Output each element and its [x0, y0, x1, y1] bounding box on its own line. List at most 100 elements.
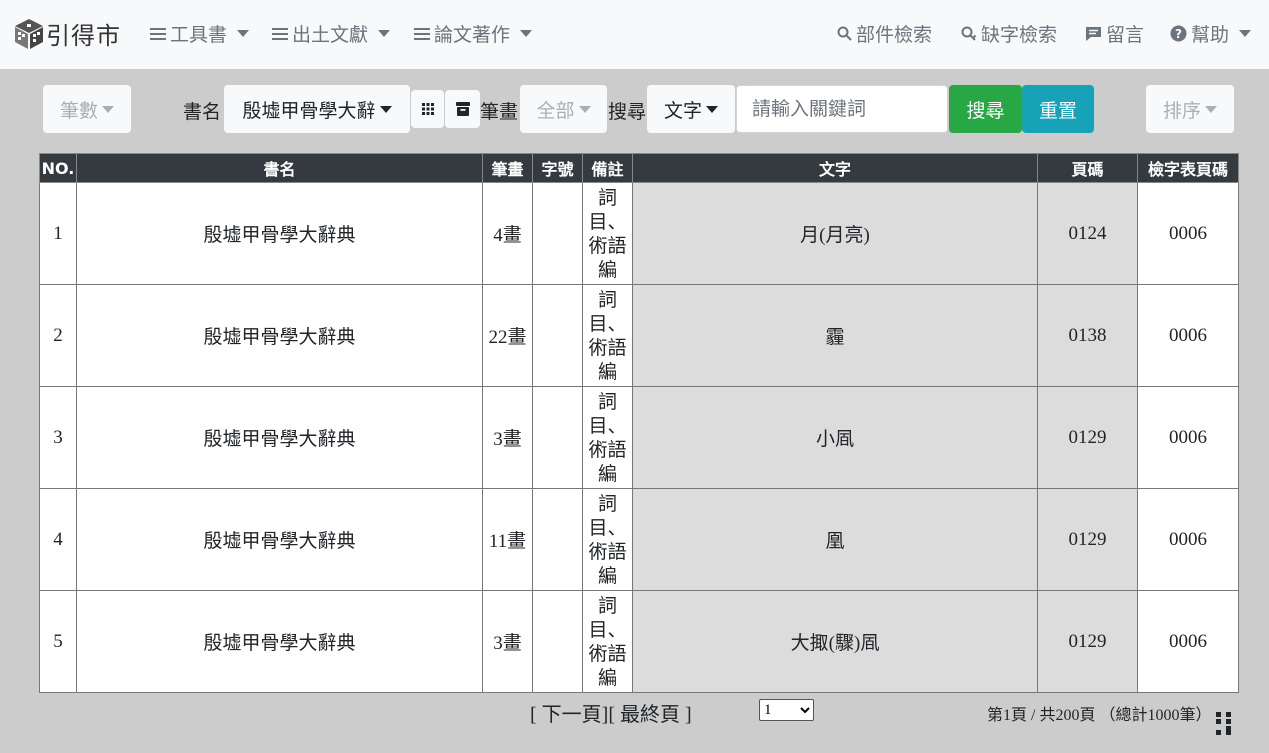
note-line: 術語 [588, 438, 627, 461]
search-type-dropdown[interactable]: 文字 [647, 85, 735, 133]
table-row[interactable]: 4 殷墟甲骨學大辭典 11畫 詞目、 術語編 凰 0129 0006 [39, 488, 1239, 591]
search-label: 搜尋 [608, 101, 647, 123]
cell-text[interactable]: 大掫(驟)凮 [632, 590, 1038, 693]
navbar: 引得市 工具書 出土文獻 論文著作 部件檢索 缺字檢索 留言 ? 幫助 [0, 0, 1269, 69]
svg-text:?: ? [1175, 27, 1182, 41]
cell-book: 殷墟甲骨學大辭典 [76, 590, 483, 693]
nav-message-board[interactable]: 留言 [1085, 20, 1144, 47]
cell-text[interactable]: 小凮 [632, 386, 1038, 489]
col-header-char-no[interactable]: 字號 [532, 153, 583, 183]
stroke-count-dropdown[interactable]: 筆數 [43, 85, 131, 133]
col-header-book[interactable]: 書名 [76, 153, 483, 183]
nav-help[interactable]: ? 幫助 [1170, 20, 1252, 47]
results-table: NO. 書名 筆畫 字號 備註 文字 頁碼 檢字表頁碼 1 殷墟甲骨學大辭典 4… [39, 153, 1239, 693]
chevron-down-icon [1205, 105, 1217, 113]
nav-component-search[interactable]: 部件檢索 [837, 20, 932, 47]
note-line: 編 [597, 360, 617, 383]
cell-no: 4 [39, 488, 77, 591]
table-row[interactable]: 1 殷墟甲骨學大辭典 4畫 詞目、 術語編 月(月亮) 0124 0006 [39, 182, 1239, 285]
nav-missing-char-search[interactable]: 缺字檢索 [961, 20, 1057, 47]
table-header-row: NO. 書名 筆畫 字號 備註 文字 頁碼 檢字表頁碼 [39, 153, 1239, 183]
cell-no: 2 [39, 284, 77, 387]
table-row[interactable]: 5 殷墟甲骨學大辭典 3畫 詞目、 術語編 大掫(驟)凮 0129 0006 [39, 590, 1239, 693]
cell-text[interactable]: 凰 [632, 488, 1038, 591]
search-input[interactable] [736, 85, 948, 133]
chevron-down-icon [520, 30, 533, 37]
cell-book: 殷墟甲骨學大辭典 [76, 182, 483, 285]
menu-label: 論文著作 [434, 24, 511, 46]
reset-button[interactable]: 重置 [1022, 85, 1094, 133]
note-line: 編 [597, 564, 617, 587]
menu-papers[interactable]: 論文著作 [414, 20, 533, 47]
menu-excavated-documents[interactable]: 出土文獻 [272, 20, 391, 47]
col-header-text[interactable]: 文字 [632, 153, 1038, 183]
book-select-dropdown[interactable]: 殷墟甲骨學大辭 [224, 85, 410, 133]
archive-button[interactable] [445, 90, 480, 128]
brand[interactable]: 引得市 [14, 16, 121, 51]
cell-index-page[interactable]: 0006 [1137, 590, 1239, 693]
cell-page[interactable]: 0129 [1037, 488, 1138, 591]
cell-no: 5 [39, 590, 77, 693]
chevron-down-icon [379, 105, 392, 113]
search-button[interactable]: 搜尋 [949, 85, 1022, 133]
chevron-down-icon [1239, 30, 1252, 37]
drag-handle-icon[interactable] [1214, 710, 1234, 736]
col-header-no[interactable]: NO. [39, 153, 77, 183]
cell-index-page[interactable]: 0006 [1137, 182, 1239, 285]
logo-cube-icon [15, 18, 43, 49]
note-line: 詞 [597, 492, 617, 515]
help-icon: ? [1170, 25, 1187, 42]
cell-char-no [532, 182, 583, 285]
cell-book: 殷墟甲骨學大辭典 [76, 284, 483, 387]
cell-page[interactable]: 0129 [1037, 590, 1138, 693]
cell-strokes: 4畫 [482, 182, 533, 285]
book-label: 書名 [183, 101, 222, 123]
cell-index-page[interactable]: 0006 [1137, 488, 1239, 591]
cell-strokes: 22畫 [482, 284, 533, 387]
cell-page[interactable]: 0129 [1037, 386, 1138, 489]
cell-index-page[interactable]: 0006 [1137, 386, 1239, 489]
menu-icon [272, 25, 288, 43]
col-header-index-page[interactable]: 檢字表頁碼 [1137, 153, 1239, 183]
note-line: 編 [597, 462, 617, 485]
cell-note: 詞目、 術語編 [582, 488, 633, 591]
menu-reference-books[interactable]: 工具書 [150, 20, 250, 47]
table-row[interactable]: 2 殷墟甲骨學大辭典 22畫 詞目、 術語編 霾 0138 0006 [39, 284, 1239, 387]
col-header-page[interactable]: 頁碼 [1037, 153, 1138, 183]
note-line: 編 [597, 666, 617, 689]
note-line: 目、 [588, 414, 627, 437]
cell-page[interactable]: 0138 [1037, 284, 1138, 387]
next-page-link[interactable]: [ 下一頁] [530, 704, 608, 726]
cell-no: 3 [39, 386, 77, 489]
note-line: 詞 [597, 186, 617, 209]
note-line: 詞 [597, 594, 617, 617]
cell-text[interactable]: 月(月亮) [632, 182, 1038, 285]
cell-char-no [532, 284, 583, 387]
table-row[interactable]: 3 殷墟甲骨學大辭典 3畫 詞目、 術語編 小凮 0129 0006 [39, 386, 1239, 489]
col-header-strokes[interactable]: 筆畫 [482, 153, 533, 183]
search-icon [837, 26, 852, 41]
cell-text[interactable]: 霾 [632, 284, 1038, 387]
last-page-link[interactable]: [ 最終頁 ] [608, 704, 691, 726]
dropdown-label: 殷墟甲骨學大辭 [242, 99, 376, 122]
cell-char-no [532, 386, 583, 489]
chevron-down-icon [578, 105, 591, 113]
cell-strokes: 3畫 [482, 386, 533, 489]
stroke-select-dropdown[interactable]: 全部 [520, 85, 607, 133]
cell-book: 殷墟甲骨學大辭典 [76, 488, 483, 591]
stroke-label: 筆畫 [480, 101, 519, 123]
cell-no: 1 [39, 182, 77, 285]
cell-note: 詞目、 術語編 [582, 284, 633, 387]
chevron-down-icon [378, 30, 391, 37]
cell-page[interactable]: 0124 [1037, 182, 1138, 285]
sort-dropdown[interactable]: 排序 [1146, 85, 1234, 133]
page-info: 第1頁 / 共200頁 （總計1000筆） [987, 707, 1212, 724]
grid-view-button[interactable] [411, 90, 444, 128]
chevron-down-icon [102, 105, 114, 113]
page-select[interactable]: 1 [759, 699, 814, 721]
col-header-note[interactable]: 備註 [582, 153, 633, 183]
cell-index-page[interactable]: 0006 [1137, 284, 1239, 387]
pagination-links: [ 下一頁][ 最終頁 ] [530, 698, 692, 727]
note-line: 目、 [588, 210, 627, 233]
note-line: 術語 [588, 540, 627, 563]
